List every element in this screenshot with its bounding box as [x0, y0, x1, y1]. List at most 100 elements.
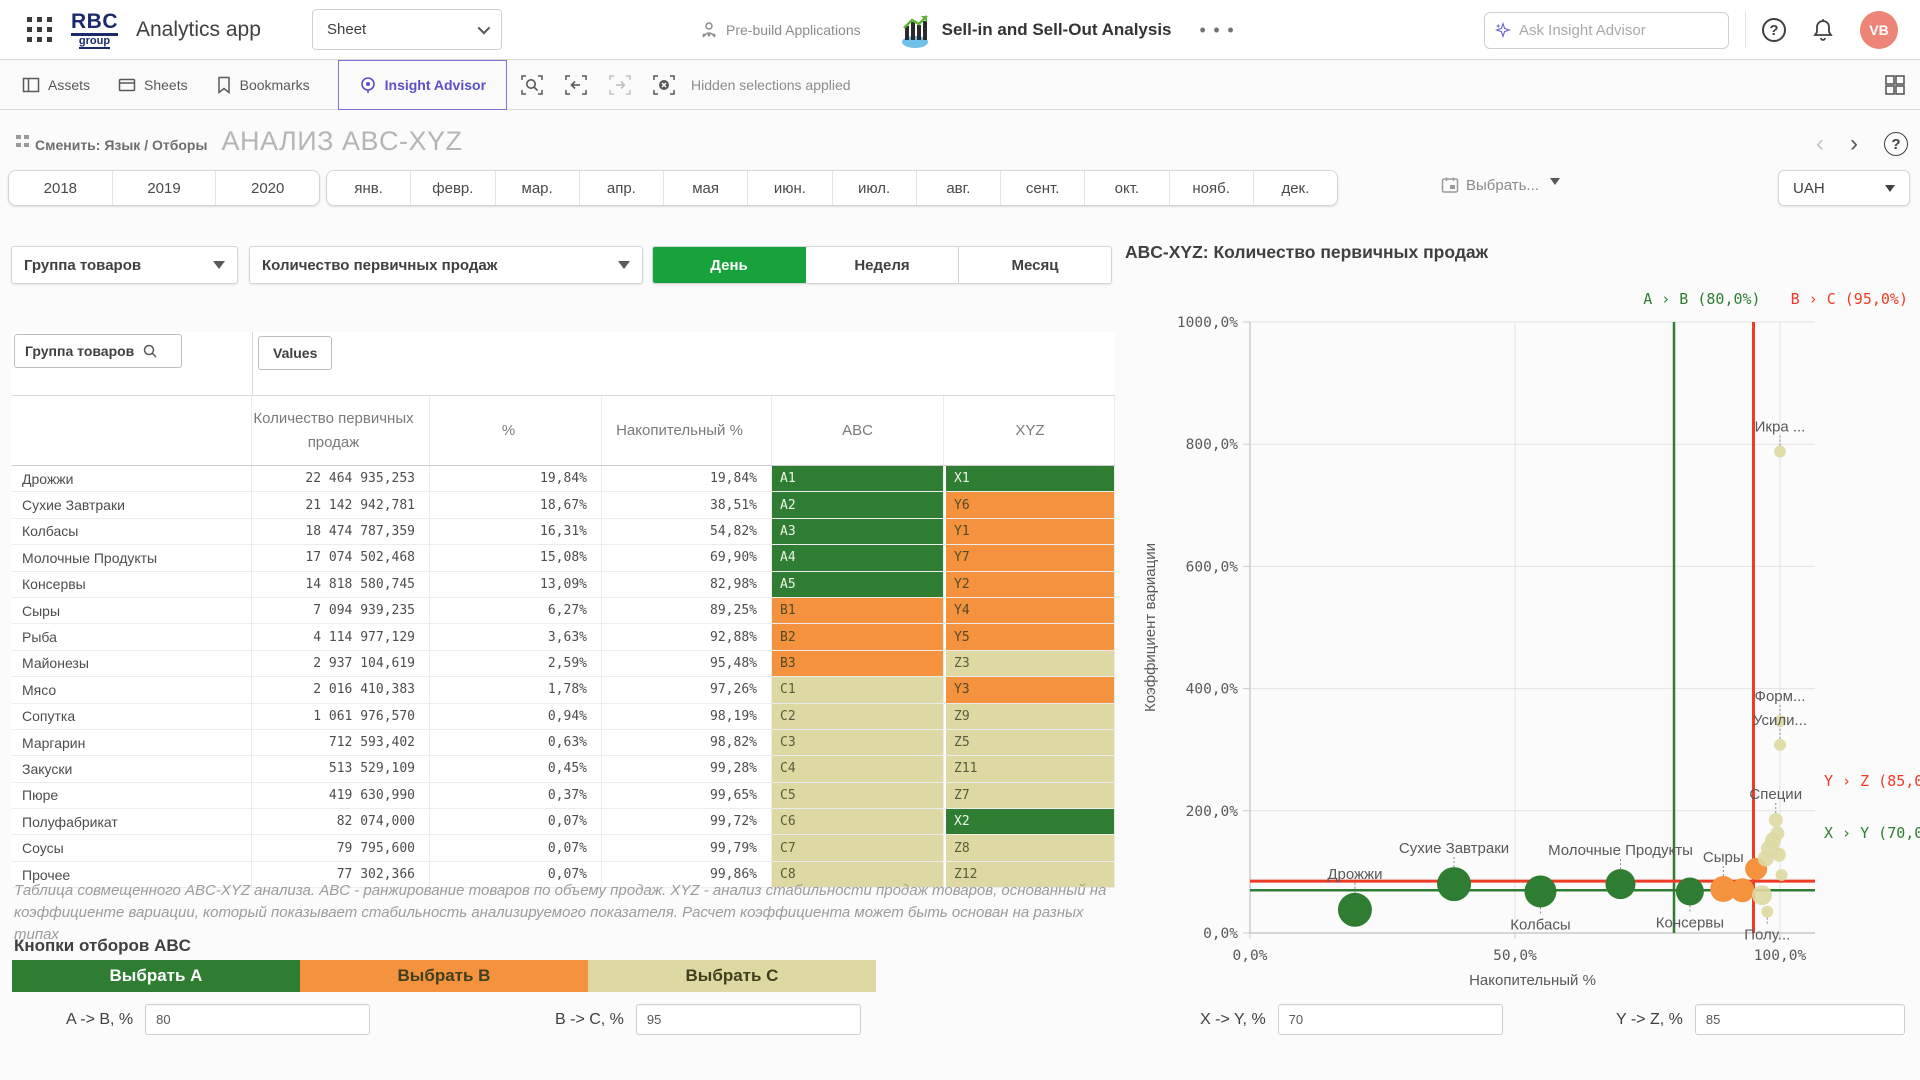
- cell-xyz[interactable]: Y1: [944, 519, 1115, 544]
- cell-xyz[interactable]: X1: [944, 466, 1115, 491]
- sheet-grid-icon[interactable]: [1884, 74, 1906, 96]
- cell-product[interactable]: Соусы: [12, 835, 252, 860]
- help-button[interactable]: ?: [1762, 18, 1786, 42]
- cell-abc[interactable]: C4: [772, 756, 944, 781]
- notifications-bell-icon[interactable]: [1812, 18, 1834, 42]
- table-row[interactable]: Полуфабрикат82 074,0000,07%99,72%C6X2: [12, 809, 1115, 835]
- sheet-help-button[interactable]: ?: [1884, 132, 1908, 156]
- month-button[interactable]: мая: [664, 171, 748, 205]
- cell-xyz[interactable]: Z8: [944, 835, 1115, 860]
- table-row[interactable]: Пюре419 630,9900,37%99,65%C5Z7: [12, 783, 1115, 809]
- table-row[interactable]: Дрожжи22 464 935,25319,84%19,84%A1X1: [12, 466, 1115, 492]
- cell-product[interactable]: Пюре: [12, 783, 252, 808]
- bc-threshold-input[interactable]: [636, 1004, 861, 1035]
- more-options-button[interactable]: • • •: [1200, 20, 1236, 41]
- table-row[interactable]: Сыры7 094 939,2356,27%89,25%B1Y4: [12, 598, 1115, 624]
- table-row[interactable]: Сопутка1 061 976,5700,94%98,19%C2Z9: [12, 704, 1115, 730]
- sheet-selector[interactable]: Sheet: [312, 9, 502, 50]
- tab-assets[interactable]: Assets: [8, 60, 104, 110]
- period-button[interactable]: День: [653, 247, 806, 283]
- cell-abc[interactable]: A5: [772, 572, 944, 597]
- month-button[interactable]: дек.: [1254, 171, 1337, 205]
- selections-tool-icon[interactable]: [521, 74, 543, 96]
- yz-threshold-input[interactable]: [1695, 1004, 1905, 1035]
- month-button[interactable]: мар.: [496, 171, 580, 205]
- cell-abc[interactable]: A4: [772, 545, 944, 570]
- cell-abc[interactable]: C3: [772, 730, 944, 755]
- month-button[interactable]: февр.: [411, 171, 495, 205]
- cell-xyz[interactable]: Z3: [944, 651, 1115, 676]
- cell-product[interactable]: Рыба: [12, 624, 252, 649]
- select-b-button[interactable]: Выбрать B: [300, 960, 588, 992]
- dimension-search-box[interactable]: Группа товаров: [14, 334, 182, 368]
- header-abc[interactable]: ABC: [772, 396, 944, 465]
- cell-abc[interactable]: A2: [772, 492, 944, 517]
- cell-product[interactable]: Молочные Продукты: [12, 545, 252, 570]
- prev-sheet-button[interactable]: ‹: [1816, 132, 1824, 156]
- cell-abc[interactable]: B1: [772, 598, 944, 623]
- measure-select[interactable]: Количество первичных продаж: [249, 246, 643, 284]
- cell-abc[interactable]: C1: [772, 677, 944, 702]
- table-row[interactable]: Колбасы18 474 787,35916,31%54,82%A3Y1: [12, 519, 1115, 545]
- table-row[interactable]: Молочные Продукты17 074 502,46815,08%69,…: [12, 545, 1115, 571]
- header-xyz[interactable]: XYZ: [944, 396, 1115, 465]
- cell-abc[interactable]: C7: [772, 835, 944, 860]
- ab-threshold-input[interactable]: [145, 1004, 370, 1035]
- cell-abc[interactable]: C6: [772, 809, 944, 834]
- tab-sheets[interactable]: Sheets: [104, 60, 202, 110]
- cell-xyz[interactable]: Y7: [944, 545, 1115, 570]
- next-sheet-button[interactable]: ›: [1850, 132, 1858, 156]
- table-row[interactable]: Майонезы2 937 104,6192,59%95,48%B3Z3: [12, 651, 1115, 677]
- user-avatar[interactable]: VB: [1860, 11, 1898, 49]
- cell-product[interactable]: Полуфабрикат: [12, 809, 252, 834]
- table-row[interactable]: Консервы14 818 580,74513,09%82,98%A5Y2: [12, 572, 1115, 598]
- step-back-icon[interactable]: [565, 74, 587, 96]
- group-dimension-select[interactable]: Группа товаров: [11, 246, 238, 284]
- table-row[interactable]: Сухие Завтраки21 142 942,78118,67%38,51%…: [12, 492, 1115, 518]
- cell-product[interactable]: Консервы: [12, 572, 252, 597]
- cell-xyz[interactable]: Z5: [944, 730, 1115, 755]
- month-button[interactable]: янв.: [327, 171, 411, 205]
- cell-abc[interactable]: A1: [772, 466, 944, 491]
- tab-bookmarks[interactable]: Bookmarks: [202, 60, 324, 110]
- cell-product[interactable]: Колбасы: [12, 519, 252, 544]
- search-input[interactable]: [1519, 22, 1718, 39]
- cell-product[interactable]: Дрожжи: [12, 466, 252, 491]
- xy-threshold-input[interactable]: [1278, 1004, 1503, 1035]
- select-a-button[interactable]: Выбрать A: [12, 960, 300, 992]
- cell-product[interactable]: Майонезы: [12, 651, 252, 676]
- cell-product[interactable]: Закуски: [12, 756, 252, 781]
- table-row[interactable]: Рыба4 114 977,1293,63%92,88%B2Y5: [12, 624, 1115, 650]
- header-cum[interactable]: Накопительный %: [602, 396, 772, 465]
- cell-xyz[interactable]: X2: [944, 809, 1115, 834]
- cell-abc[interactable]: C5: [772, 783, 944, 808]
- period-button[interactable]: Неделя: [806, 247, 959, 283]
- cell-xyz[interactable]: Y6: [944, 492, 1115, 517]
- table-row[interactable]: Закуски513 529,1090,45%99,28%C4Z11: [12, 756, 1115, 782]
- tab-insight-advisor[interactable]: Insight Advisor: [338, 60, 507, 110]
- header-qty[interactable]: Количество первичных продаж: [252, 396, 430, 465]
- currency-selector[interactable]: UAH: [1778, 170, 1910, 206]
- cell-xyz[interactable]: Z11: [944, 756, 1115, 781]
- month-button[interactable]: окт.: [1085, 171, 1169, 205]
- insight-advisor-searchbox[interactable]: [1484, 12, 1729, 49]
- cell-xyz[interactable]: Z7: [944, 783, 1115, 808]
- year-button[interactable]: 2018: [9, 171, 113, 205]
- cell-product[interactable]: Мясо: [12, 677, 252, 702]
- period-button[interactable]: Месяц: [959, 247, 1111, 283]
- cell-xyz[interactable]: Y2: [944, 572, 1115, 597]
- app-launcher-icon[interactable]: [27, 17, 53, 43]
- month-button[interactable]: июн.: [748, 171, 832, 205]
- table-row[interactable]: Мясо2 016 410,3831,78%97,26%C1Y3: [12, 677, 1115, 703]
- values-tab[interactable]: Values: [258, 336, 332, 370]
- cell-product[interactable]: Сухие Завтраки: [12, 492, 252, 517]
- cell-xyz[interactable]: Y4: [944, 598, 1115, 623]
- abc-xyz-scatter-chart[interactable]: 0,0%200,0%400,0%600,0%800,0%1000,0%0,0%5…: [1125, 300, 1920, 990]
- cell-product[interactable]: Сыры: [12, 598, 252, 623]
- year-button[interactable]: 2020: [216, 171, 319, 205]
- month-button[interactable]: сент.: [1001, 171, 1085, 205]
- month-button[interactable]: нояб.: [1170, 171, 1254, 205]
- cell-abc[interactable]: B2: [772, 624, 944, 649]
- cell-xyz[interactable]: Y5: [944, 624, 1115, 649]
- month-button[interactable]: авг.: [917, 171, 1001, 205]
